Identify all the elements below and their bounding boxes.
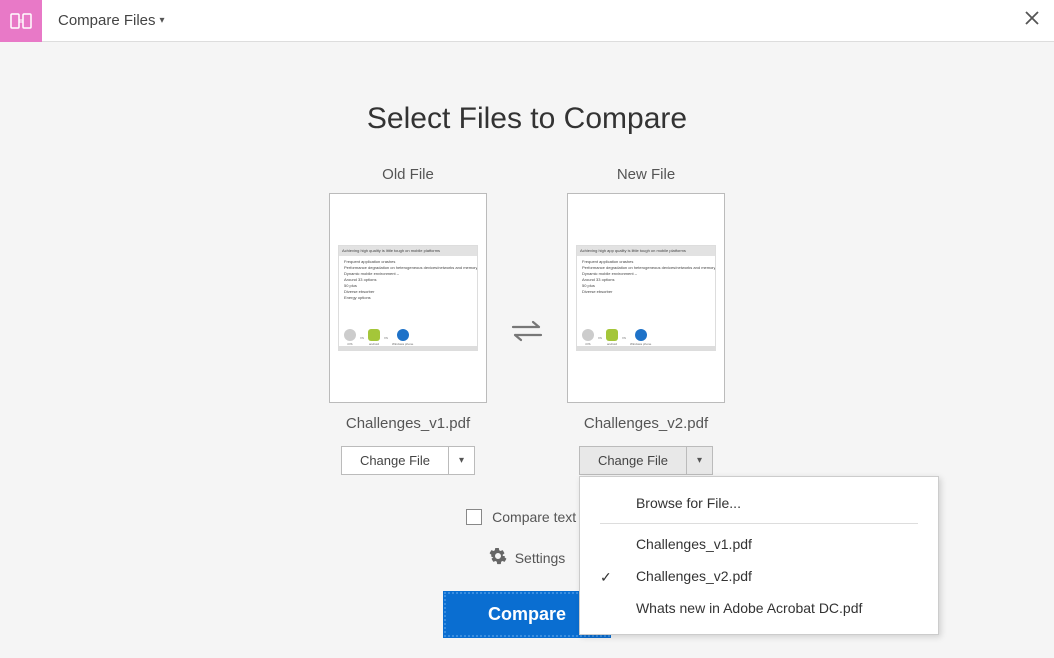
ios-icon: iOS (344, 329, 356, 346)
header-title-dropdown[interactable]: Compare Files ▾ (58, 12, 165, 29)
new-file-label: New File (617, 166, 675, 183)
close-icon (1024, 10, 1040, 26)
new-file-preview[interactable]: Achieving high app quality is little tou… (567, 193, 725, 403)
compare-row: Old File Achieving high quality is littl… (329, 166, 725, 475)
compare-text-option[interactable]: Compare text o (466, 509, 588, 525)
caret-down-icon: ▾ (459, 455, 464, 466)
android-icon: android (606, 329, 618, 346)
compare-files-app-icon (0, 0, 42, 42)
change-file-dropdown-menu: Browse for File... Challenges_v1.pdf ✓ C… (579, 476, 939, 635)
new-change-file-group: Change File ▾ Browse for File... Challen… (579, 446, 713, 475)
ios-icon: iOS (582, 329, 594, 346)
dropdown-file-item[interactable]: ✓ Challenges_v2.pdf (580, 560, 938, 592)
new-file-page-thumb: Achieving high app quality is little tou… (576, 245, 716, 351)
new-change-file-button[interactable]: Change File (579, 446, 687, 475)
new-file-column: New File Achieving high app quality is l… (567, 166, 725, 475)
old-preview-body: Frequent application crashes Performance… (339, 256, 477, 304)
old-filename: Challenges_v1.pdf (346, 415, 470, 432)
old-file-preview[interactable]: Achieving high quality is little tough o… (329, 193, 487, 403)
new-preview-title: Achieving high app quality is little tou… (577, 246, 715, 256)
dropdown-divider (600, 523, 918, 524)
old-preview-title: Achieving high quality is little tough o… (339, 246, 477, 256)
compare-text-label: Compare text o (492, 509, 588, 525)
dropdown-file-item[interactable]: Whats new in Adobe Acrobat DC.pdf (580, 592, 938, 624)
old-file-column: Old File Achieving high quality is littl… (329, 166, 487, 475)
old-file-page-thumb: Achieving high quality is little tough o… (338, 245, 478, 351)
check-icon: ✓ (600, 569, 612, 586)
windows-phone-icon: Windows phone (392, 329, 413, 346)
new-preview-body: Frequent application crashes Performance… (577, 256, 715, 298)
new-change-file-dropdown-button[interactable]: ▾ (687, 446, 713, 475)
new-filename: Challenges_v2.pdf (584, 415, 708, 432)
old-preview-footer: iOS vs android vs Windows phone (339, 329, 477, 346)
swap-files-icon[interactable] (507, 319, 547, 343)
old-file-label: Old File (382, 166, 434, 183)
windows-phone-icon: Windows phone (630, 329, 651, 346)
old-change-file-group: Change File ▾ (341, 446, 475, 475)
page-title: Select Files to Compare (367, 102, 687, 136)
old-change-file-dropdown-button[interactable]: ▾ (449, 446, 475, 475)
dropdown-browse-item[interactable]: Browse for File... (580, 487, 938, 519)
caret-down-icon: ▾ (160, 15, 165, 26)
close-button[interactable] (1024, 10, 1040, 29)
android-icon: android (368, 329, 380, 346)
caret-down-icon: ▾ (697, 455, 702, 466)
header-title-text: Compare Files (58, 12, 156, 29)
settings-label: Settings (515, 550, 566, 566)
dropdown-file-item[interactable]: Challenges_v1.pdf (580, 528, 938, 560)
old-change-file-button[interactable]: Change File (341, 446, 449, 475)
compare-text-checkbox[interactable] (466, 509, 482, 525)
new-preview-footer: iOS vs android vs Windows phone (577, 329, 715, 346)
settings-link[interactable]: Settings (489, 547, 566, 568)
main-content: Select Files to Compare Old File Achievi… (0, 42, 1054, 637)
gear-icon (489, 547, 507, 568)
header: Compare Files ▾ (0, 0, 1054, 42)
